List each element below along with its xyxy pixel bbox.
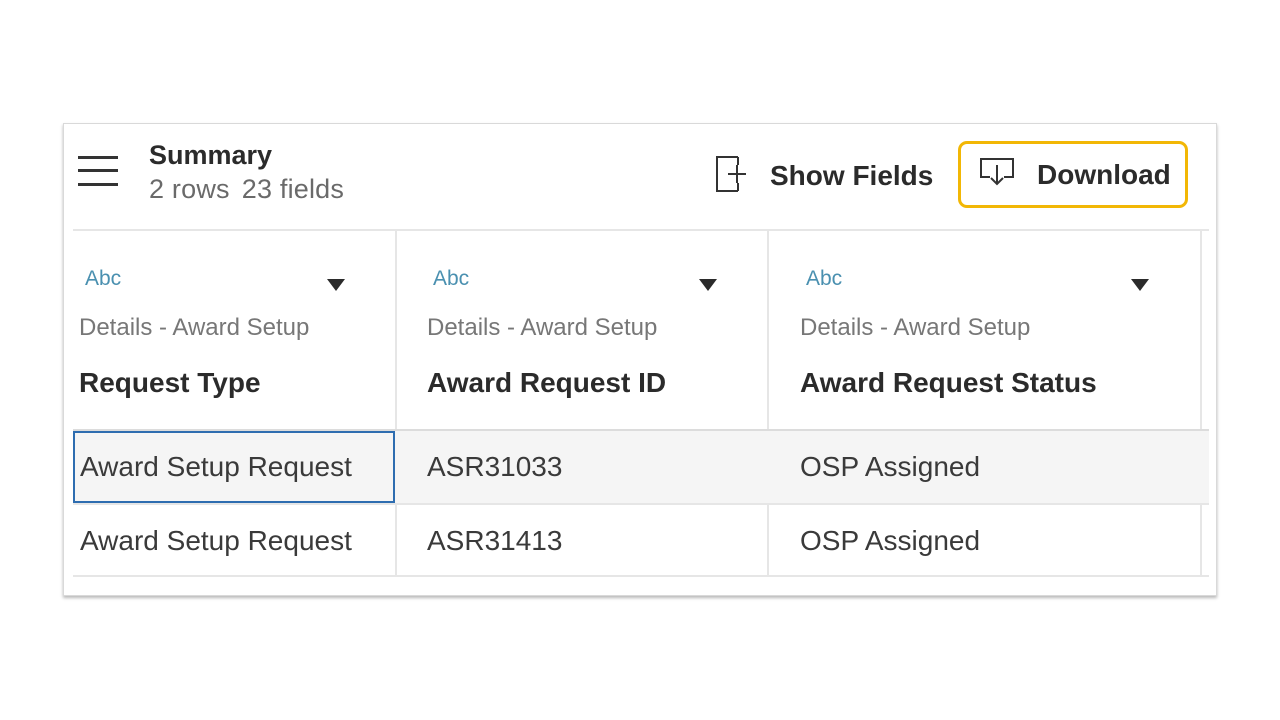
column-header-request-type[interactable]: Abc Details - Award Setup Request Type xyxy=(73,229,395,429)
column-type-label: Abc xyxy=(85,267,122,290)
table-row[interactable]: Award Setup Request ASR31033 OSP Assigne… xyxy=(73,431,1209,503)
table-cell[interactable]: OSP Assigned xyxy=(769,505,1200,577)
table-cell[interactable]: Award Setup Request xyxy=(73,431,395,503)
caret-down-icon[interactable] xyxy=(1131,279,1149,291)
table-cell[interactable]: Award Setup Request xyxy=(73,505,395,577)
caret-down-icon[interactable] xyxy=(327,279,345,291)
field-count: 23 fields xyxy=(241,174,345,204)
column-header-award-request-id[interactable]: Abc Details - Award Setup Award Request … xyxy=(397,229,767,429)
column-name: Award Request ID xyxy=(427,367,667,398)
table-cell[interactable]: ASR31033 xyxy=(397,431,767,503)
column-type-label: Abc xyxy=(433,267,470,290)
hamburger-menu-icon[interactable] xyxy=(78,154,118,188)
table-row[interactable]: Award Setup Request ASR31413 OSP Assigne… xyxy=(73,505,1209,577)
row-divider xyxy=(73,575,1209,577)
download-icon xyxy=(979,157,1015,192)
column-name: Request Type xyxy=(79,367,261,398)
panel-header: Summary 2 rows 23 fields Show Fields Dow… xyxy=(64,124,1216,229)
table-cell[interactable]: OSP Assigned xyxy=(769,431,1200,503)
column-header-award-request-status[interactable]: Abc Details - Award Setup Award Request … xyxy=(769,229,1200,429)
caret-down-icon[interactable] xyxy=(699,279,717,291)
column-source: Details - Award Setup xyxy=(800,314,1031,341)
row-count: 2 rows xyxy=(149,174,230,204)
panel-title: Summary xyxy=(149,140,273,170)
table-cell[interactable]: ASR31413 xyxy=(397,505,767,577)
column-source: Details - Award Setup xyxy=(427,314,658,341)
add-field-icon xyxy=(714,155,748,198)
panel-subtitle: 2 rows 23 fields xyxy=(149,174,344,205)
show-fields-label: Show Fields xyxy=(770,160,934,191)
summary-panel: Summary 2 rows 23 fields Show Fields Dow… xyxy=(63,123,1217,596)
column-name: Award Request Status xyxy=(800,367,1097,398)
show-fields-button[interactable]: Show Fields xyxy=(714,155,934,198)
download-button[interactable]: Download xyxy=(958,141,1188,208)
column-type-label: Abc xyxy=(806,267,843,290)
column-source: Details - Award Setup xyxy=(79,314,310,341)
download-label: Download xyxy=(1037,158,1171,190)
